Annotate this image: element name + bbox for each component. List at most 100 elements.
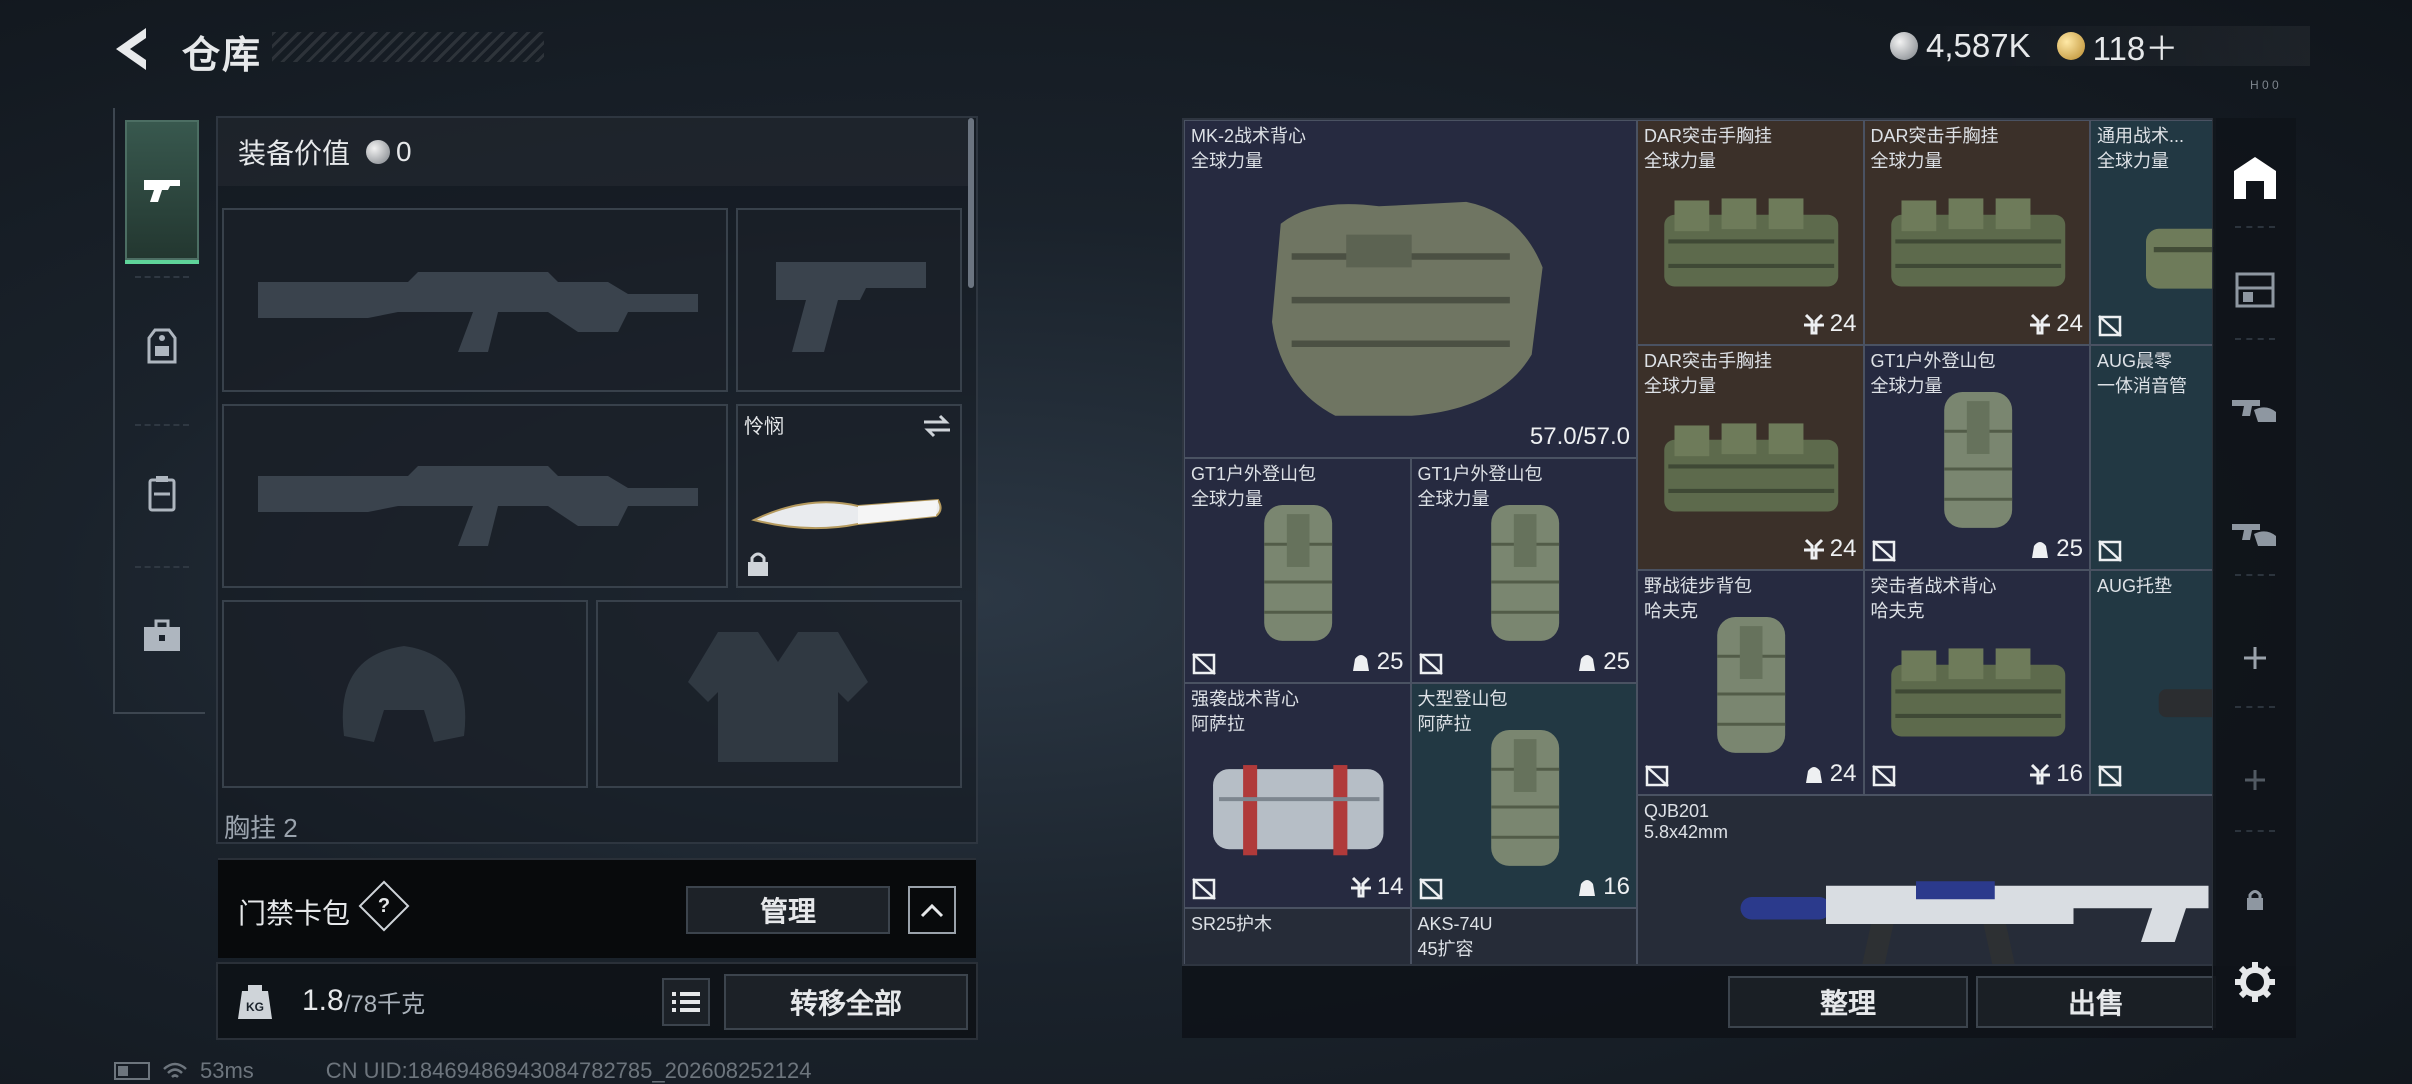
equipment-value-bar: 装备价值 0 — [218, 118, 968, 186]
list-view-button[interactable] — [662, 978, 710, 1026]
storage-item-count-value: 24 — [1829, 760, 1857, 787]
manage-button[interactable]: 管理 — [686, 886, 890, 934]
no-insurance-icon — [1192, 877, 1216, 900]
storage-item-count-value: 57.0/57.0 — [1529, 422, 1630, 450]
melee-name: 怜悯 — [744, 416, 784, 438]
sort-button[interactable]: 整理 — [1728, 976, 1968, 1028]
storage-item[interactable]: 大型登山包 阿萨拉 16 — [1410, 682, 1637, 908]
storage-item-count: 25 — [1349, 648, 1404, 676]
no-insurance-icon — [1645, 765, 1669, 787]
collapse-button[interactable] — [908, 886, 956, 934]
storage-item-subtitle: 全球力量 — [1644, 376, 1716, 396]
settings-icon — [2235, 962, 2275, 1002]
rig-icon — [147, 328, 177, 364]
storage-item-subtitle: 全球力量 — [2097, 151, 2169, 171]
shelf-icon — [2235, 272, 2275, 308]
storage-item[interactable]: SR25护木 — [1184, 907, 1411, 964]
no-insurance-icon — [1192, 652, 1216, 675]
sell-button[interactable]: 出售 — [1976, 976, 2216, 1028]
stock-pad-item-icon — [2158, 688, 2214, 717]
nav-toolbox[interactable] — [125, 566, 199, 706]
pistol-slot[interactable] — [736, 208, 962, 392]
duffel-item-icon — [1213, 764, 1384, 856]
back-button[interactable] — [110, 22, 160, 76]
storage-item-name: 野战徒步背包 — [1644, 576, 1752, 596]
storage-item-subtitle: 全球力量 — [1870, 151, 1943, 171]
melee-slot[interactable]: 怜悯 — [736, 404, 962, 588]
chest-rig-item-icon — [1890, 648, 2065, 737]
storage-item-count: 24 — [2028, 310, 2083, 338]
armor-silhouette-icon — [688, 632, 868, 762]
storage-item[interactable]: MK-2战术背心 全球力量 57.0/57.0 — [1184, 120, 1637, 458]
access-card-bar: 门禁卡包 ? 管理 — [218, 858, 976, 958]
storage-item[interactable]: 通用战术...全球力量9 — [2090, 120, 2214, 345]
storage-item[interactable]: 突击者战术背心 哈夫克 16 — [1863, 570, 2090, 795]
add-icon — [2245, 770, 2265, 790]
rail-add-tab-2[interactable] — [2225, 750, 2285, 810]
backpack-icon — [148, 476, 176, 512]
rail-locked-tab[interactable] — [2225, 870, 2285, 930]
helmet-slot[interactable] — [222, 600, 588, 788]
storage-item[interactable]: GT1户外登山包 全球力量 25 — [1410, 457, 1637, 683]
chest-rig-item-icon — [1664, 423, 1839, 512]
pistol-silhouette-icon — [776, 262, 926, 352]
rail-weapon-cases[interactable] — [2225, 376, 2285, 436]
help-icon[interactable]: ? — [358, 880, 410, 932]
storage-item-count: 57.0/57.0 — [1530, 423, 1630, 451]
chest-rig-item-icon — [1890, 198, 2065, 287]
storage-item-subtitle: 哈夫克 — [1870, 601, 1925, 621]
back-arrow-icon — [116, 28, 146, 70]
rifle-item-icon — [1740, 881, 2209, 964]
storage-item-subtitle: 全球力量 — [1870, 376, 1943, 396]
storage-item[interactable]: AUG托垫 — [2090, 570, 2214, 795]
swap-icon[interactable] — [920, 412, 954, 440]
lock-icon — [2247, 890, 2263, 910]
storage-item[interactable]: 强袭战术背心 阿萨拉 14 — [1184, 682, 1411, 908]
storage-item[interactable]: AKS-74U 45扩容 — [1410, 907, 1637, 964]
storage-item-name: 通用战术... — [2097, 126, 2185, 146]
rifle-silhouette-icon — [258, 466, 698, 546]
storage-item[interactable]: GT1户外登山包 全球力量 25 — [1184, 457, 1411, 683]
armor-slot[interactable] — [596, 600, 962, 788]
small-bag-item-icon — [2145, 228, 2214, 289]
storage-item-subtitle: 45扩容 — [1417, 938, 1474, 959]
settings-button[interactable] — [2225, 952, 2285, 1012]
silver-currency-value: 4,587K — [1926, 27, 2031, 64]
storage-item-count: 16 — [2028, 760, 2083, 788]
storage-item-subtitle: 全球力量 — [1417, 488, 1490, 509]
bag-capacity-icon — [1805, 767, 1822, 783]
nav-weapons[interactable] — [125, 120, 199, 264]
rail-warehouse[interactable] — [2225, 148, 2285, 208]
storage-item[interactable]: GT1户外登山包 全球力量 25 — [1863, 345, 2090, 570]
rail-shelf[interactable] — [2225, 260, 2285, 320]
equipment-scrollbar[interactable] — [968, 118, 974, 288]
primary-weapon-slot[interactable] — [222, 208, 728, 392]
nav-helmet-armor[interactable] — [125, 276, 199, 416]
transfer-all-button[interactable]: 转移全部 — [724, 974, 968, 1030]
storage-item-count-value: 24 — [2056, 310, 2083, 337]
secondary-weapon-slot[interactable] — [222, 404, 728, 588]
storage-item-name: DAR突击手胸挂 — [1644, 126, 1773, 146]
storage-item-name: SR25护木 — [1191, 913, 1273, 934]
status-bar: 53ms CN UID:18469486943084782785_2026082… — [114, 1058, 811, 1084]
storage-grid: MK-2战术背心 全球力量 57.0/57.0 DAR突击手胸挂 全球力量 24 DAR突击… — [1182, 118, 2216, 966]
storage-item[interactable]: DAR突击手胸挂 全球力量 24 — [1637, 120, 1864, 345]
tall-backpack-item-icon — [1717, 617, 1786, 753]
no-insurance-icon — [2098, 540, 2122, 562]
nav-backpack[interactable] — [125, 424, 199, 564]
bag-capacity-icon — [2032, 542, 2049, 558]
tall-backpack-item-icon — [1264, 504, 1333, 641]
storage-item[interactable]: 野战徒步背包 哈夫克 24 — [1637, 570, 1864, 795]
toolbox-icon — [144, 619, 180, 651]
equipment-value-label: 装备价值 — [238, 138, 351, 169]
weight-icon: KG — [238, 985, 272, 1019]
rail-add-tab[interactable] — [2225, 628, 2285, 688]
storage-item[interactable]: DAR突击手胸挂 全球力量 24 — [1863, 120, 2090, 345]
storage-item-subtitle: 阿萨拉 — [1417, 713, 1472, 734]
page-title: 仓库 — [182, 35, 263, 77]
gold-currency-value[interactable]: 118＋ — [2093, 22, 2179, 70]
storage-item[interactable]: AUG晨零 一体消音管 — [2090, 345, 2214, 570]
storage-item[interactable]: DAR突击手胸挂 全球力量 24 — [1637, 345, 1864, 570]
storage-item[interactable]: QJB201 5.8x42mm — [1637, 795, 2214, 964]
rail-weapon-cases-2[interactable] — [2225, 500, 2285, 560]
